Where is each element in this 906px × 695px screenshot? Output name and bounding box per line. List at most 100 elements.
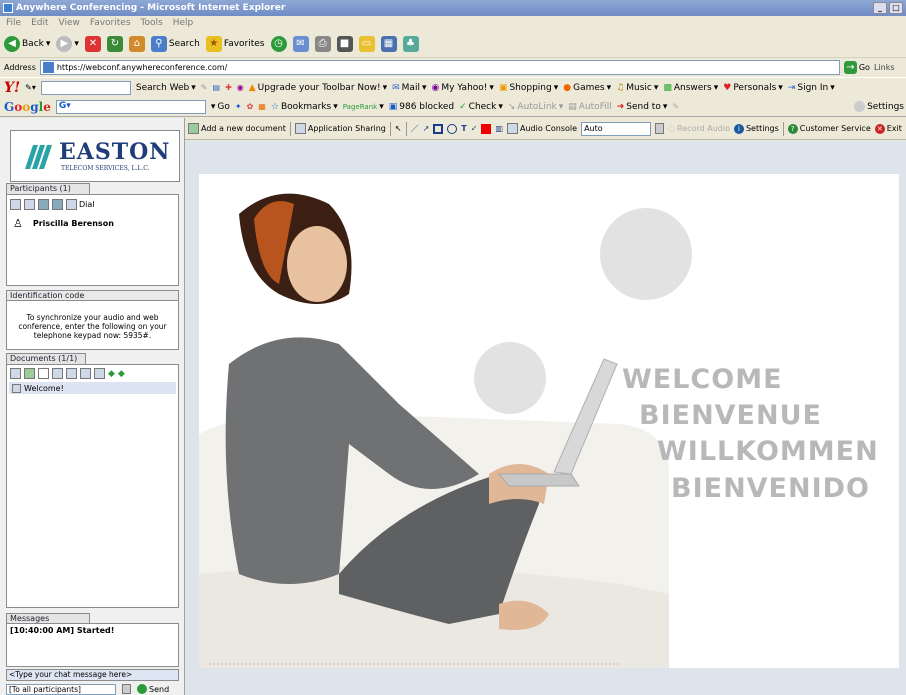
google-settings-button[interactable]: Settings bbox=[854, 97, 906, 117]
audio-mode-dropdown-icon[interactable] bbox=[655, 123, 665, 134]
yahoo-logo[interactable]: Y! bbox=[4, 80, 20, 96]
personals-link[interactable]: ♥ Personals ▾ bbox=[723, 78, 783, 98]
mail-icon[interactable]: ✉ bbox=[292, 35, 309, 52]
menu-tools[interactable]: Tools bbox=[141, 16, 163, 30]
go-button[interactable]: → Go bbox=[843, 60, 870, 74]
menu-help[interactable]: Help bbox=[173, 16, 194, 30]
yahoo-search-input[interactable] bbox=[40, 80, 131, 95]
flower-icon[interactable]: ✿ bbox=[247, 102, 254, 111]
shopping-link[interactable]: ▣ Shopping ▾ bbox=[499, 78, 558, 98]
music-link[interactable]: ♫ Music ▾ bbox=[616, 78, 658, 98]
text-tool-icon[interactable]: T bbox=[461, 124, 466, 133]
minimize-button[interactable]: _ bbox=[873, 2, 887, 14]
home-icon[interactable]: ⌂ bbox=[128, 35, 145, 52]
my-yahoo-icon: ◉ bbox=[431, 82, 440, 93]
folder-icon[interactable]: ▭ bbox=[358, 35, 375, 52]
toolbar-separator bbox=[389, 121, 391, 136]
eraser-tool-icon[interactable]: ▥ bbox=[495, 124, 503, 133]
add-document-button[interactable]: Add a new document bbox=[188, 123, 286, 134]
pagerank-indicator[interactable]: PageRank ▾ bbox=[343, 97, 384, 117]
participants-tab[interactable]: Participants (1) bbox=[6, 183, 90, 194]
google-logo[interactable]: Google bbox=[4, 100, 51, 114]
history-icon[interactable]: ◷ bbox=[270, 35, 287, 52]
highlight-icon[interactable]: ✎ bbox=[201, 83, 208, 92]
rectangle-tool-icon[interactable] bbox=[433, 123, 444, 134]
audio-mode-select[interactable]: Auto bbox=[581, 121, 652, 136]
stop-icon[interactable]: ✕ bbox=[84, 35, 101, 52]
recipient-dropdown-icon[interactable] bbox=[122, 684, 131, 694]
color-picker-icon[interactable] bbox=[481, 123, 492, 134]
app-sharing-button[interactable]: Application Sharing bbox=[294, 123, 386, 134]
bookmarks-button[interactable]: ☆ Bookmarks ▾ bbox=[271, 97, 338, 117]
doc-new-icon[interactable] bbox=[38, 368, 49, 379]
recipient-select[interactable]: [To all participants] bbox=[6, 683, 116, 695]
standard-toolbar: ◀ Back ▾ ▶ ▾ ✕ ↻ ⌂ ⚲ Search ★ Favorites ◷ ✉… bbox=[0, 30, 906, 58]
record-audio-button[interactable]: ◌ Record Audio bbox=[668, 124, 730, 133]
autofill-button[interactable]: ▤ AutoFill bbox=[568, 97, 611, 117]
documents-tab[interactable]: Documents (1/1) bbox=[6, 353, 86, 364]
maximize-button[interactable]: □ bbox=[889, 2, 903, 14]
refresh-icon[interactable]: ↻ bbox=[106, 35, 123, 52]
arrow-tool-icon[interactable]: ↗ bbox=[423, 124, 430, 133]
pencil-icon[interactable]: ✎▾ bbox=[25, 83, 36, 92]
google-go-button[interactable]: ▾ Go bbox=[211, 97, 230, 117]
autolink-button[interactable]: ↘ AutoLink ▾ bbox=[508, 97, 563, 117]
doc-print-icon[interactable] bbox=[66, 368, 77, 379]
pen-tool-icon[interactable]: ／ bbox=[411, 123, 419, 134]
news-icon[interactable]: ▦ bbox=[258, 102, 266, 111]
yahoo-circle-icon[interactable]: ◉ bbox=[237, 83, 244, 92]
favorites-button[interactable]: ★ Favorites bbox=[205, 34, 265, 54]
my-yahoo-link[interactable]: ◉ My Yahoo! ▾ bbox=[431, 78, 493, 98]
games-link[interactable]: ● Games ▾ bbox=[563, 78, 611, 98]
edit-icon[interactable]: ■ bbox=[336, 35, 353, 52]
search-web-button[interactable]: Search Web ▾ bbox=[136, 78, 196, 98]
customer-service-button[interactable]: ? Customer Service bbox=[787, 123, 871, 134]
menu-file[interactable]: File bbox=[6, 16, 21, 30]
audio-console-button[interactable]: Audio Console bbox=[507, 123, 577, 134]
upgrade-link[interactable]: ▲ Upgrade your Toolbar Now! ▾ bbox=[249, 78, 387, 98]
participant-unmute-icon[interactable] bbox=[52, 198, 63, 210]
exit-button[interactable]: ✕ Exit bbox=[874, 123, 902, 134]
sign-in-link[interactable]: ⇥ Sign In ▾ bbox=[788, 78, 835, 98]
messenger-icon[interactable]: ▦ bbox=[380, 35, 397, 52]
spell-check-button[interactable]: ✓ Check ▾ bbox=[459, 97, 503, 117]
participant-add-icon[interactable] bbox=[10, 198, 21, 210]
menu-favorites[interactable]: Favorites bbox=[90, 16, 131, 30]
doc-grid-icon[interactable] bbox=[10, 368, 21, 379]
send-to-button[interactable]: ➜ Send to ▾ bbox=[617, 97, 668, 117]
participant-mute-icon[interactable] bbox=[38, 198, 49, 210]
document-list-item[interactable]: Welcome! bbox=[9, 382, 176, 394]
forward-button[interactable]: ▶ ▾ bbox=[56, 34, 79, 54]
doc-next-icon[interactable]: ◆ bbox=[118, 369, 125, 379]
mail-link[interactable]: ✉ Mail ▾ bbox=[392, 78, 426, 98]
participant-row[interactable]: ♙ Priscilla Berenson bbox=[7, 213, 178, 234]
menu-edit[interactable]: Edit bbox=[31, 16, 48, 30]
participant-lock-icon[interactable] bbox=[24, 198, 35, 210]
search-button[interactable]: ⚲ Search bbox=[150, 34, 200, 54]
send-button[interactable]: Send bbox=[137, 684, 169, 695]
dial-button[interactable]: Dial bbox=[66, 198, 95, 210]
chat-input[interactable]: <Type your chat message here> bbox=[6, 669, 179, 681]
links-label[interactable]: Links bbox=[874, 63, 895, 72]
answers-link[interactable]: ▩ Answers ▾ bbox=[663, 78, 718, 98]
pencil-gray-icon[interactable]: ✎ bbox=[672, 102, 679, 111]
check-tool-icon[interactable]: ✓ bbox=[471, 124, 478, 133]
pointer-tool-icon[interactable]: ↖ bbox=[395, 124, 402, 133]
popup-blocker[interactable]: ▣ 986 blocked bbox=[389, 97, 454, 117]
doc-save-icon[interactable] bbox=[52, 368, 63, 379]
address-input[interactable]: https://webconf.anywhereconference.com/ bbox=[39, 59, 840, 75]
blog-icon[interactable]: ▤ bbox=[213, 83, 221, 92]
back-button[interactable]: ◀ Back ▾ bbox=[4, 34, 50, 54]
print-icon[interactable]: ⎙ bbox=[314, 35, 331, 52]
plus-icon[interactable]: ✚ bbox=[225, 83, 232, 92]
doc-add-icon[interactable] bbox=[24, 368, 35, 379]
research-icon[interactable]: ♣ bbox=[402, 35, 419, 52]
menu-view[interactable]: View bbox=[59, 16, 80, 30]
settings-button[interactable]: i Settings bbox=[733, 123, 779, 134]
ellipse-tool-icon[interactable] bbox=[447, 123, 458, 134]
doc-share-icon[interactable] bbox=[80, 368, 91, 379]
dice-icon[interactable]: ✦ bbox=[235, 102, 242, 111]
doc-prev-icon[interactable]: ◆ bbox=[108, 369, 115, 379]
google-search-input[interactable]: G▾ bbox=[55, 99, 206, 114]
doc-delete-icon[interactable] bbox=[94, 368, 105, 379]
